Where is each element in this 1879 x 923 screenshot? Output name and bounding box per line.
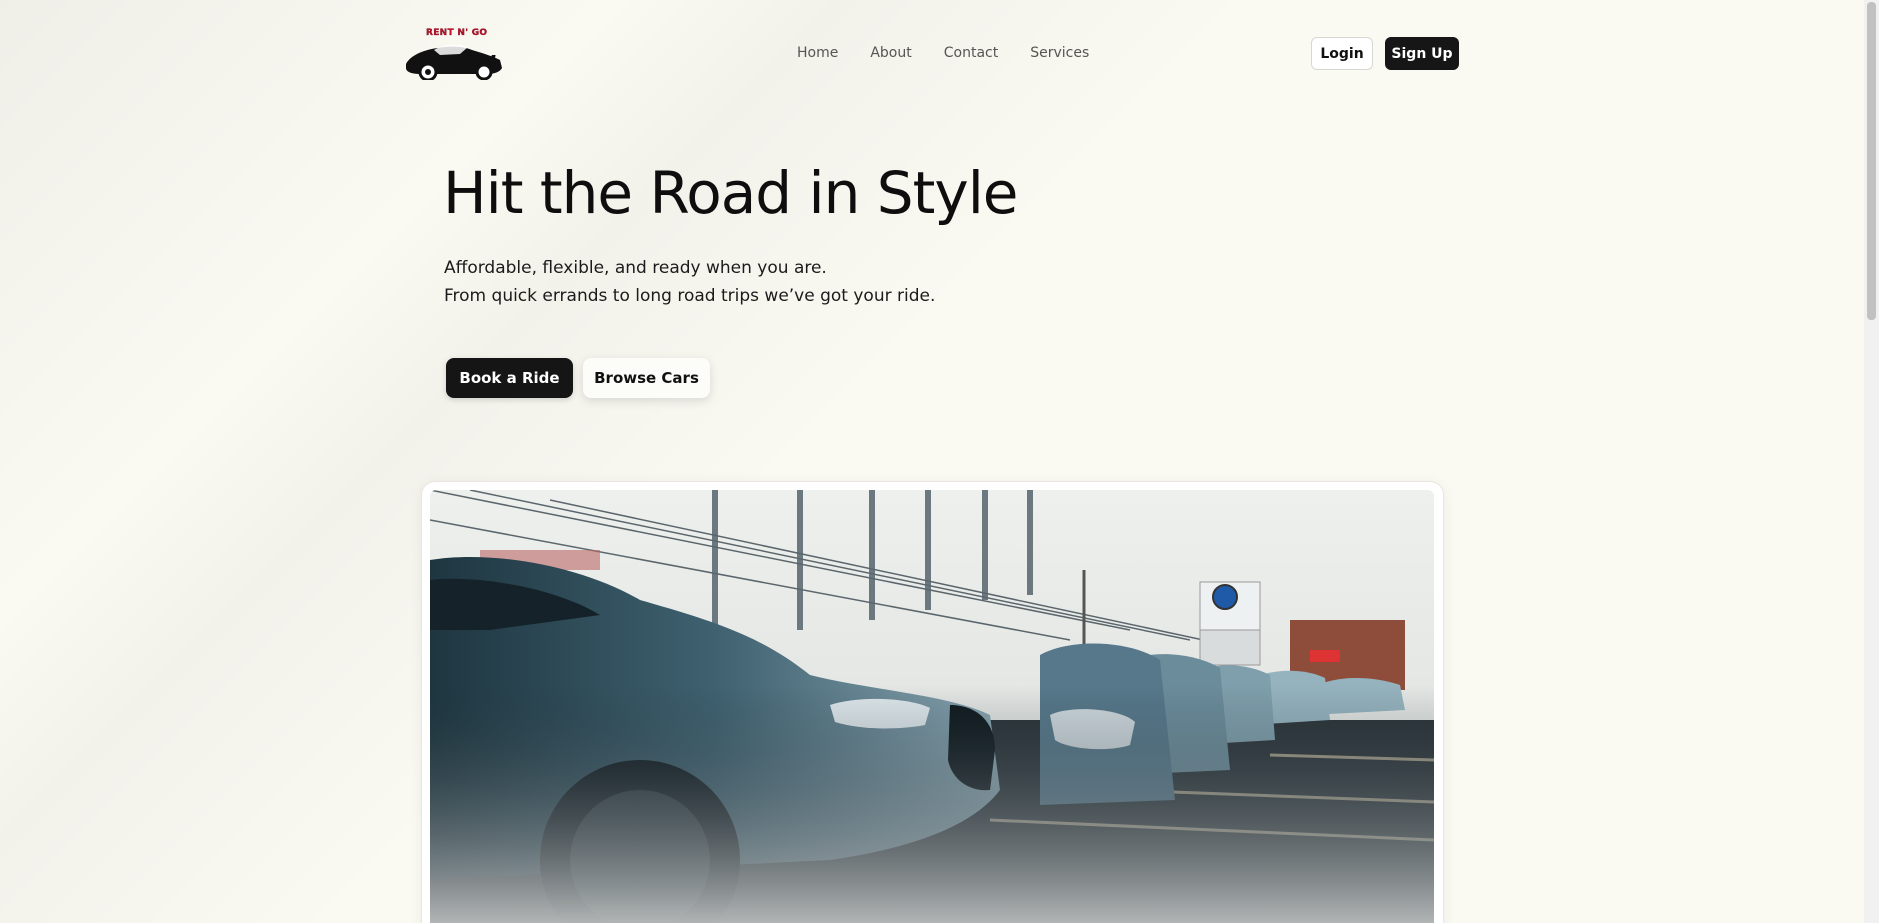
site-header: RENT N' GO JDM Home About Contact Servic… [0, 0, 1864, 106]
login-button[interactable]: Login [1311, 37, 1373, 70]
signup-button[interactable]: Sign Up [1385, 37, 1459, 70]
page-scrollbar[interactable] [1864, 0, 1879, 923]
nav-link-contact[interactable]: Contact [944, 43, 998, 63]
scrollbar-thumb[interactable] [1867, 2, 1876, 320]
hero-title: Hit the Road in Style [443, 159, 1018, 227]
nav-link-services[interactable]: Services [1030, 43, 1089, 63]
nav-link-home[interactable]: Home [797, 43, 838, 63]
logo-badge-text: JDM [464, 52, 496, 70]
book-ride-button[interactable]: Book a Ride [446, 358, 573, 398]
brand-logo[interactable]: RENT N' GO JDM [404, 26, 504, 80]
car-lot-image [430, 490, 1434, 923]
browse-cars-button[interactable]: Browse Cars [583, 358, 710, 398]
hero-subtitle-line-2: From quick errands to long road trips we… [444, 286, 936, 306]
page: RENT N' GO JDM Home About Contact Servic… [0, 0, 1864, 923]
nav-link-about[interactable]: About [870, 43, 911, 63]
main-nav: Home About Contact Services [797, 43, 1121, 63]
hero-subtitle-line-1: Affordable, flexible, and ready when you… [444, 258, 827, 278]
hero-photo [430, 490, 1434, 923]
hero-subtitle: Affordable, flexible, and ready when you… [444, 254, 935, 310]
